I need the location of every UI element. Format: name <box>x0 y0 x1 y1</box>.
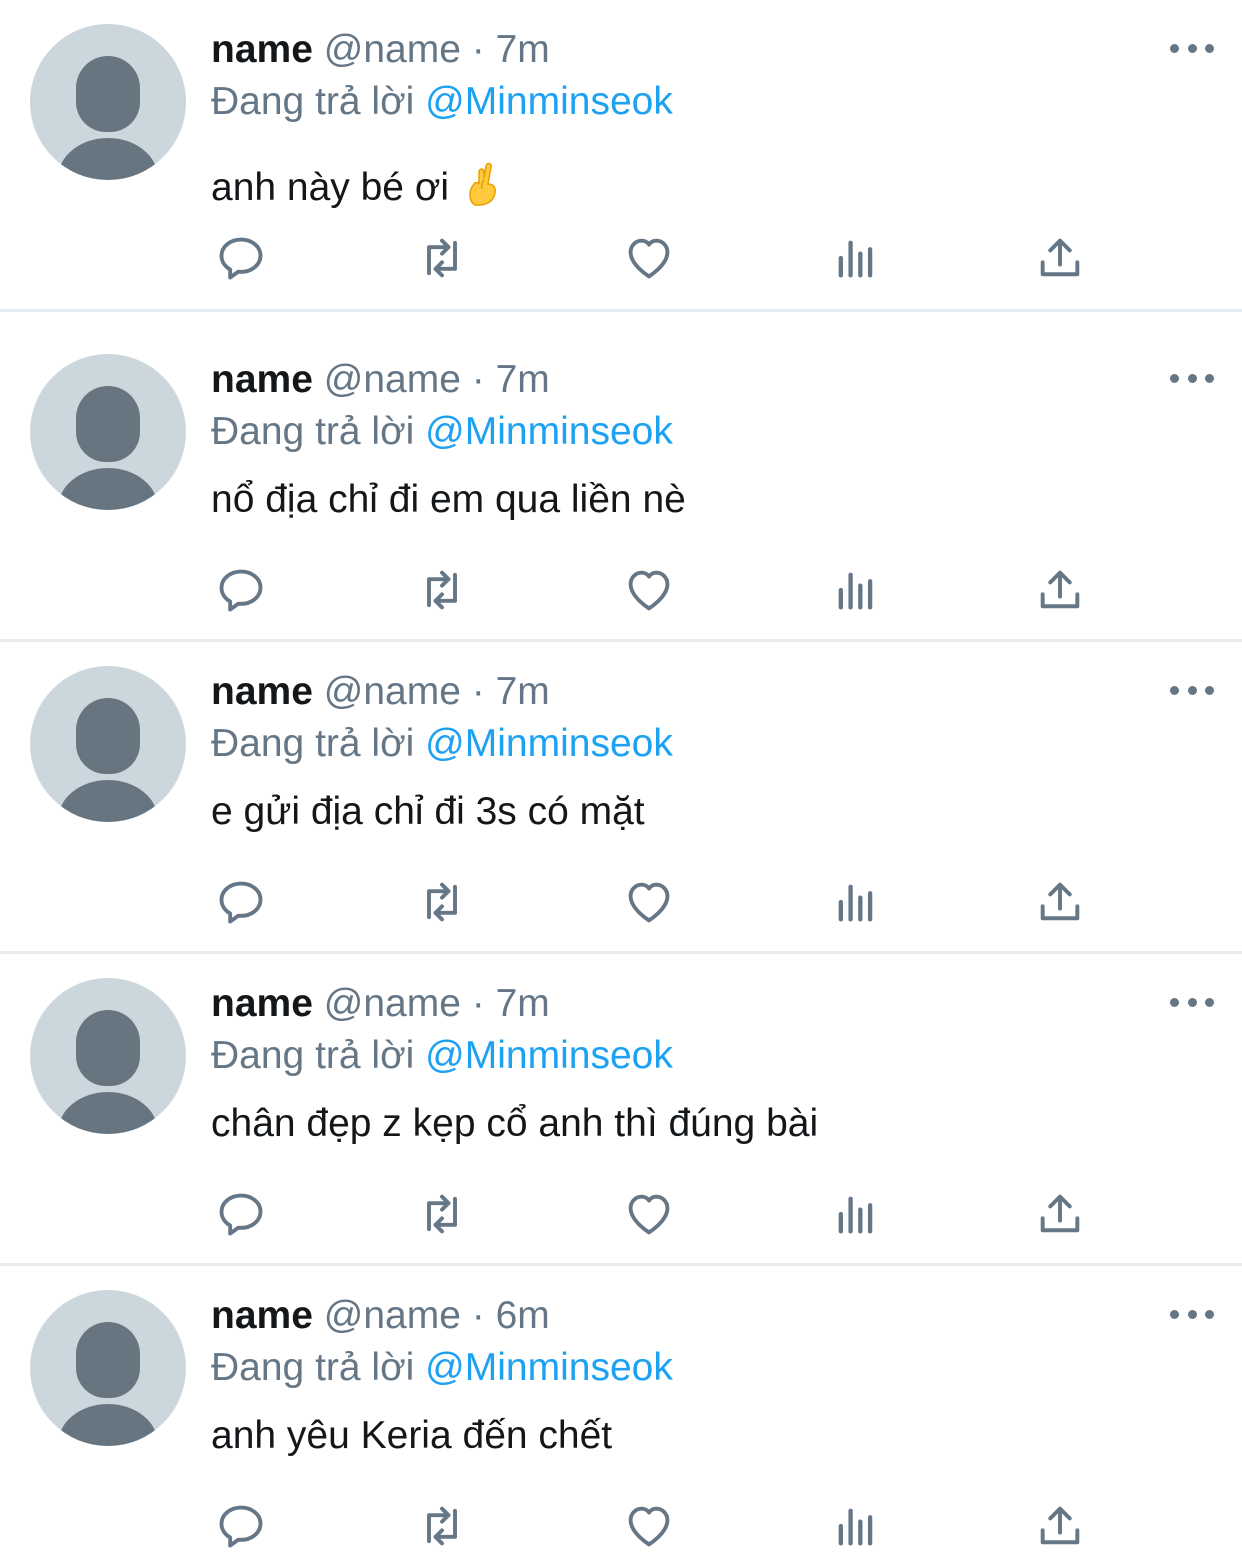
tweet-header: name @name · 7m <box>211 980 550 1028</box>
share-icon[interactable] <box>1030 1496 1090 1556</box>
tweet-text: chân đẹp z kẹp cổ anh thì đúng bài <box>211 1102 819 1145</box>
separator-dot: · <box>471 1294 485 1337</box>
reply-mention-link[interactable]: @Minminseok <box>425 80 673 123</box>
tweet-actions <box>211 872 1111 932</box>
display-name[interactable]: name <box>211 670 313 713</box>
timestamp[interactable]: 7m <box>496 28 550 71</box>
reply-context: Đang trả lời @Minminseok <box>211 78 673 126</box>
more-options-icon[interactable] <box>1170 990 1214 1014</box>
more-options-icon[interactable] <box>1170 366 1214 390</box>
analytics-icon[interactable] <box>826 560 886 620</box>
avatar[interactable] <box>30 978 186 1134</box>
timestamp[interactable]: 7m <box>496 358 550 401</box>
analytics-icon[interactable] <box>826 1496 886 1556</box>
tweet-text-content: anh này bé ơi <box>211 166 450 209</box>
reply-prefix: Đang trả lời <box>211 80 415 123</box>
avatar[interactable] <box>30 354 186 510</box>
reply-feed: name @name · 7m Đang trả lời @Minminseok… <box>0 0 1242 1558</box>
reply-mention-link[interactable]: @Minminseok <box>425 722 673 765</box>
retweet-icon[interactable] <box>412 1496 472 1556</box>
more-options-icon[interactable] <box>1170 36 1214 60</box>
separator-dot: · <box>471 358 485 401</box>
analytics-icon[interactable] <box>826 1184 886 1244</box>
tweet-text: anh yêu Keria đến chết <box>211 1414 613 1457</box>
user-handle[interactable]: @name <box>324 670 461 713</box>
heart-icon[interactable] <box>619 1496 679 1556</box>
share-icon[interactable] <box>1030 228 1090 288</box>
reply-context: Đang trả lời @Minminseok <box>211 1344 673 1392</box>
user-handle[interactable]: @name <box>324 982 461 1025</box>
display-name[interactable]: name <box>211 28 313 71</box>
heart-icon[interactable] <box>619 872 679 932</box>
timestamp[interactable]: 7m <box>496 670 550 713</box>
tweet-actions <box>211 228 1111 288</box>
tweet[interactable]: name @name · 7m Đang trả lời @Minminseok… <box>0 954 1242 1266</box>
tweet-actions <box>211 1184 1111 1244</box>
retweet-icon[interactable] <box>412 1184 472 1244</box>
tweet-header: name @name · 7m <box>211 356 550 404</box>
retweet-icon[interactable] <box>412 228 472 288</box>
tweet[interactable]: name @name · 7m Đang trả lời @Minminseok… <box>0 0 1242 312</box>
tweet-header: name @name · 6m <box>211 1292 550 1340</box>
tweet[interactable]: name @name · 7m Đang trả lời @Minminseok… <box>0 642 1242 954</box>
reply-prefix: Đang trả lời <box>211 1346 415 1389</box>
retweet-icon[interactable] <box>412 560 472 620</box>
more-options-icon[interactable] <box>1170 1302 1214 1326</box>
more-options-icon[interactable] <box>1170 678 1214 702</box>
tweet[interactable]: name @name · 6m Đang trả lời @Minminseok… <box>0 1266 1242 1558</box>
tweet-text: e gửi địa chỉ đi 3s có mặt <box>211 790 645 833</box>
separator-dot: · <box>471 28 485 71</box>
reply-icon[interactable] <box>211 1496 271 1556</box>
reply-mention-link[interactable]: @Minminseok <box>425 1346 673 1389</box>
avatar[interactable] <box>30 24 186 180</box>
user-handle[interactable]: @name <box>324 1294 461 1337</box>
heart-icon[interactable] <box>619 1184 679 1244</box>
reply-context: Đang trả lời @Minminseok <box>211 720 673 768</box>
tweet[interactable]: name @name · 7m Đang trả lời @Minminseok… <box>0 330 1242 642</box>
reply-context: Đang trả lời @Minminseok <box>211 408 673 456</box>
avatar[interactable] <box>30 1290 186 1446</box>
tweet-text: anh này bé ơi <box>211 162 500 218</box>
tweet-actions <box>211 560 1111 620</box>
reply-prefix: Đang trả lời <box>211 722 415 765</box>
reply-icon[interactable] <box>211 560 271 620</box>
heart-icon[interactable] <box>619 228 679 288</box>
reply-icon[interactable] <box>211 228 271 288</box>
analytics-icon[interactable] <box>826 228 886 288</box>
display-name[interactable]: name <box>211 982 313 1025</box>
reply-prefix: Đang trả lời <box>211 1034 415 1077</box>
reply-icon[interactable] <box>211 1184 271 1244</box>
avatar[interactable] <box>30 666 186 822</box>
reply-context: Đang trả lời @Minminseok <box>211 1032 673 1080</box>
reply-mention-link[interactable]: @Minminseok <box>425 410 673 453</box>
timestamp[interactable]: 6m <box>496 1294 550 1337</box>
tweet-header: name @name · 7m <box>211 26 550 74</box>
reply-prefix: Đang trả lời <box>211 410 415 453</box>
share-icon[interactable] <box>1030 1184 1090 1244</box>
user-handle[interactable]: @name <box>324 28 461 71</box>
display-name[interactable]: name <box>211 358 313 401</box>
reply-icon[interactable] <box>211 872 271 932</box>
reply-mention-link[interactable]: @Minminseok <box>425 1034 673 1077</box>
tweet-text: nổ địa chỉ đi em qua liền nè <box>211 478 686 521</box>
user-handle[interactable]: @name <box>324 358 461 401</box>
share-icon[interactable] <box>1030 560 1090 620</box>
separator-dot: · <box>471 982 485 1025</box>
tweet-actions <box>211 1496 1111 1556</box>
display-name[interactable]: name <box>211 1294 313 1337</box>
tweet-header: name @name · 7m <box>211 668 550 716</box>
crossed-fingers-emoji-icon <box>466 162 500 218</box>
share-icon[interactable] <box>1030 872 1090 932</box>
retweet-icon[interactable] <box>412 872 472 932</box>
analytics-icon[interactable] <box>826 872 886 932</box>
timestamp[interactable]: 7m <box>496 982 550 1025</box>
heart-icon[interactable] <box>619 560 679 620</box>
separator-dot: · <box>471 670 485 713</box>
